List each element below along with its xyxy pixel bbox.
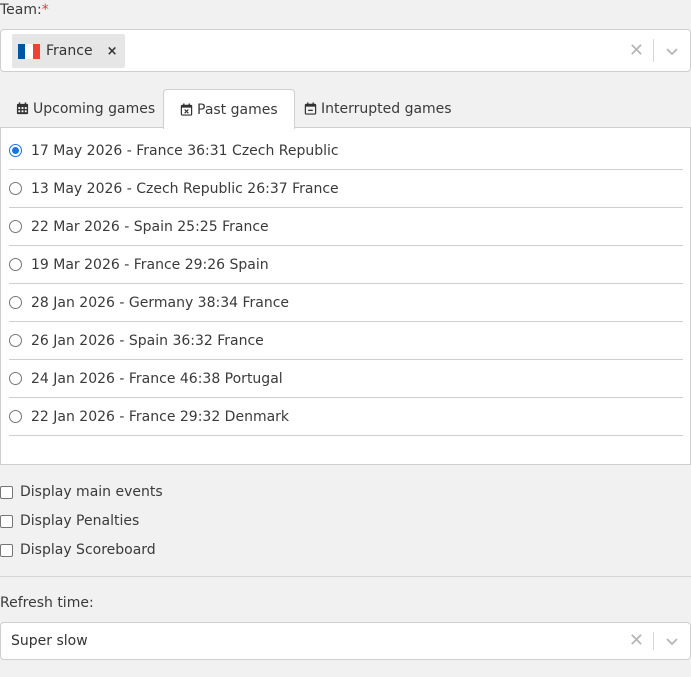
calendar-icon — [16, 102, 29, 115]
calendar-minus-icon — [304, 102, 317, 115]
game-option[interactable]: 26 Jan 2026 - Spain 36:32 France — [9, 322, 683, 360]
chevron-down-icon[interactable] — [664, 43, 680, 59]
game-radio[interactable] — [9, 372, 22, 385]
game-label: 13 May 2026 - Czech Republic 26:37 Franc… — [31, 180, 339, 197]
team-chip-france: France × — [12, 34, 126, 68]
game-radio[interactable] — [9, 296, 22, 309]
game-option[interactable]: 13 May 2026 - Czech Republic 26:37 Franc… — [9, 170, 683, 208]
game-label: 19 Mar 2026 - France 29:26 Spain — [31, 256, 269, 273]
game-label: 28 Jan 2026 - Germany 38:34 France — [31, 294, 290, 311]
team-select-separator — [653, 39, 654, 62]
tab-label: Upcoming games — [33, 100, 156, 117]
game-tabs: Upcoming games Past games Interrupted ga… — [0, 89, 691, 129]
game-label: 22 Mar 2026 - Spain 25:25 France — [31, 218, 269, 235]
team-chip-label: France — [46, 43, 93, 59]
section-divider — [0, 576, 691, 577]
game-label: 17 May 2026 - France 36:31 Czech Republi… — [31, 142, 339, 159]
required-mark: * — [41, 2, 49, 18]
team-label-text: Team: — [0, 2, 42, 18]
option-label: Display Penalties — [20, 513, 140, 529]
chevron-down-icon[interactable] — [664, 633, 680, 649]
game-label: 26 Jan 2026 - Spain 36:32 France — [31, 332, 264, 349]
tab-upcoming-games[interactable]: Upcoming games — [0, 89, 171, 128]
refresh-clear-icon[interactable]: ✕ — [629, 632, 644, 650]
game-radio[interactable] — [9, 258, 22, 271]
tab-interrupted-games[interactable]: Interrupted games — [288, 89, 468, 128]
tab-label: Interrupted games — [321, 100, 452, 117]
scoreboard-checkbox[interactable] — [0, 543, 13, 557]
game-radio[interactable] — [9, 410, 22, 423]
past-games-panel: 17 May 2026 - France 36:31 Czech Republi… — [0, 127, 691, 465]
option-label: Display main events — [20, 484, 163, 500]
game-option[interactable]: 28 Jan 2026 - Germany 38:34 France — [9, 284, 683, 322]
game-option[interactable]: 17 May 2026 - France 36:31 Czech Republi… — [9, 132, 683, 170]
game-option[interactable]: 19 Mar 2026 - France 29:26 Spain — [9, 246, 683, 284]
tab-label: Past games — [197, 101, 278, 118]
game-option[interactable]: 24 Jan 2026 - France 46:38 Portugal — [9, 360, 683, 398]
refresh-select-separator — [653, 632, 654, 650]
calendar-x-icon — [180, 103, 193, 116]
game-radio[interactable] — [9, 182, 22, 195]
tab-past-games[interactable]: Past games — [163, 89, 295, 129]
team-select[interactable]: France × ✕ — [0, 29, 691, 72]
game-option[interactable]: 22 Mar 2026 - Spain 25:25 France — [9, 208, 683, 246]
france-flag-icon — [18, 43, 40, 59]
refresh-time-select[interactable]: Super slow ✕ — [0, 622, 691, 660]
game-label: 22 Jan 2026 - France 29:32 Denmark — [31, 408, 290, 425]
game-radio[interactable] — [9, 334, 22, 347]
game-label: 24 Jan 2026 - France 46:38 Portugal — [31, 370, 283, 387]
penalties-checkbox[interactable] — [0, 514, 13, 528]
option-scoreboard[interactable]: Display Scoreboard — [0, 539, 300, 561]
team-label: Team:* — [0, 2, 49, 18]
option-penalties[interactable]: Display Penalties — [0, 510, 300, 532]
game-radio[interactable] — [9, 220, 22, 233]
refresh-time-value: Super slow — [11, 633, 88, 649]
main-events-checkbox[interactable] — [0, 485, 13, 499]
game-radio[interactable] — [9, 144, 22, 157]
team-clear-icon[interactable]: ✕ — [629, 41, 644, 60]
refresh-time-label: Refresh time: — [0, 595, 94, 611]
chip-remove-icon[interactable]: × — [107, 44, 118, 59]
game-option[interactable]: 22 Jan 2026 - France 29:32 Denmark — [9, 398, 683, 436]
option-main-events[interactable]: Display main events — [0, 481, 300, 503]
option-label: Display Scoreboard — [20, 542, 156, 558]
